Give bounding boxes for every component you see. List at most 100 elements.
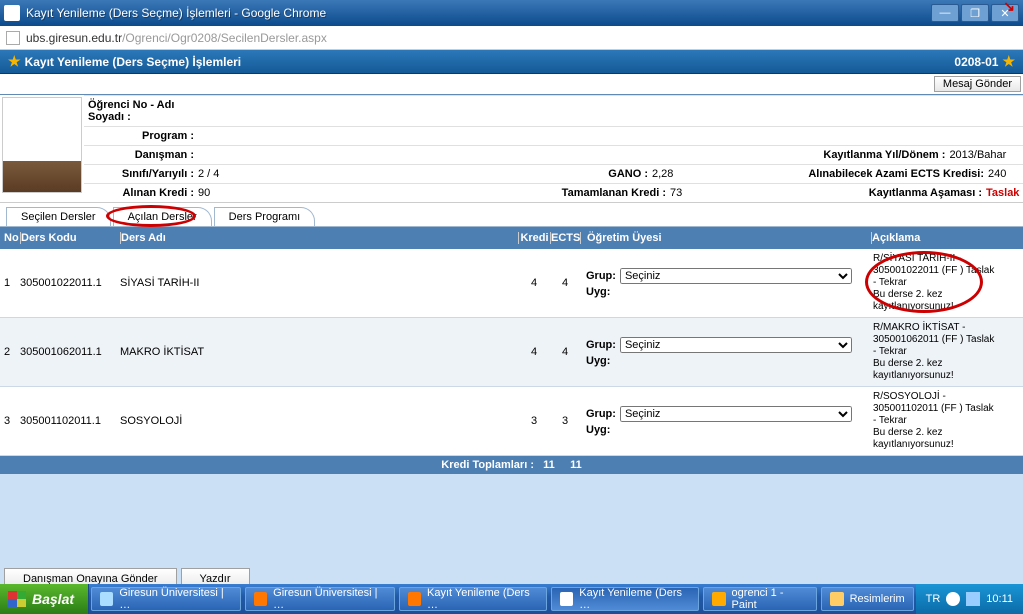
- taskbar-item[interactable]: Kayıt Yenileme (Ders …: [551, 587, 699, 611]
- tray-lang: TR: [926, 593, 941, 605]
- row-adi: SOSYOLOJİ: [120, 415, 518, 427]
- taskbar-item-label: Resimlerim: [850, 593, 905, 605]
- start-button[interactable]: Başlat: [0, 584, 89, 614]
- star-icon: ★: [8, 53, 21, 70]
- row-aciklama: R/SOSYOLOJİ - 305001102011 (FF ) Taslak …: [873, 391, 994, 450]
- mesaj-gonder-button[interactable]: Mesaj Gönder: [934, 76, 1021, 92]
- taskbar-item[interactable]: Giresun Üniversitesi | …: [91, 587, 241, 611]
- totals-label: Kredi Toplamları :: [441, 459, 534, 471]
- window-titlebar: Kayıt Yenileme (Ders Seçme) İşlemleri - …: [0, 0, 1023, 26]
- program-label: Program :: [88, 130, 198, 142]
- taskbar-item[interactable]: Kayıt Yenileme (Ders …: [399, 587, 547, 611]
- windows-logo-icon: [8, 591, 26, 607]
- chrome-icon: [560, 592, 573, 606]
- row-kodu: 305001022011.1: [20, 277, 120, 289]
- row-no: 1: [0, 277, 20, 289]
- grup-select[interactable]: Seçiniz: [620, 406, 852, 422]
- row-kredi: 4: [518, 277, 550, 289]
- url-path: /Ogrenci/Ogr0208/SecilenDersler.aspx: [122, 31, 327, 45]
- system-tray[interactable]: TR 10:11: [916, 584, 1023, 614]
- row-no: 2: [0, 346, 20, 358]
- totals-kredi: 11: [543, 459, 555, 471]
- folder-icon: [830, 592, 844, 606]
- tab-acilan-dersler[interactable]: Açılan Dersler: [113, 207, 212, 226]
- page-header: ★ Kayıt Yenileme (Ders Seçme) İşlemleri …: [0, 50, 1023, 74]
- page-code: 0208-01: [954, 55, 998, 69]
- col-ders-adi: Ders Adı: [120, 232, 518, 244]
- grup-label: Grup:: [586, 339, 616, 351]
- student-photo: [2, 97, 82, 193]
- table-row: 1 305001022011.1 SİYASİ TARİH-II 4 4 ↘ G…: [0, 249, 1023, 318]
- program-value: [198, 130, 1019, 142]
- taskbar-item-label: Giresun Üniversitesi | …: [273, 587, 386, 611]
- app-icon: [4, 5, 20, 21]
- gano-value: 2,28: [648, 168, 708, 180]
- page-title: Kayıt Yenileme (Ders Seçme) İşlemleri: [25, 55, 242, 69]
- danisman-label: Danışman :: [88, 149, 198, 161]
- row-kodu: 305001102011.1: [20, 415, 120, 427]
- minimize-button[interactable]: —: [931, 4, 959, 22]
- grup-select[interactable]: Seçiniz: [620, 337, 852, 353]
- row-no: 3: [0, 415, 20, 427]
- danisman-value: [198, 149, 519, 161]
- tamam-label: Tamamlanan Kredi :: [556, 187, 666, 199]
- taskbar-item-label: Kayıt Yenileme (Ders …: [427, 587, 538, 611]
- grup-select[interactable]: Seçiniz: [620, 268, 852, 284]
- alinan-value: 90: [198, 187, 556, 199]
- tab-secilen-dersler[interactable]: Seçilen Dersler: [6, 207, 111, 226]
- tray-icon: [966, 592, 980, 606]
- sinif-label: Sınıfı/Yarıyılı :: [88, 168, 198, 180]
- ogrenci-no-value: [198, 99, 1019, 123]
- uyg-label: Uyg:: [586, 355, 610, 367]
- row-aciklama: R/SİYASİ TARİH-II - 305001022011 (FF ) T…: [873, 253, 994, 312]
- address-bar[interactable]: ubs.giresun.edu.tr/Ogrenci/Ogr0208/Secil…: [0, 26, 1023, 50]
- tab-ders-programi[interactable]: Ders Programı: [214, 207, 316, 226]
- grup-label: Grup:: [586, 270, 616, 282]
- tray-clock: 10:11: [986, 593, 1013, 605]
- row-ects: 3: [550, 415, 580, 427]
- taskbar-item[interactable]: Giresun Üniversitesi | …: [245, 587, 395, 611]
- ogrenci-no-label: Öğrenci No - Adı Soyadı :: [88, 99, 198, 123]
- page-favicon: [6, 31, 20, 45]
- tamam-value: 73: [666, 187, 706, 199]
- tab-acilan-dersler-label: Açılan Dersler: [128, 211, 197, 223]
- asama-value: Taslak: [986, 187, 1019, 199]
- row-kodu: 305001062011.1: [20, 346, 120, 358]
- student-profile: Öğrenci No - Adı Soyadı : Program : Danı…: [0, 95, 1023, 203]
- tabs: Seçilen Dersler Açılan Dersler Ders Prog…: [0, 203, 1023, 227]
- taskbar-item-label: Kayıt Yenileme (Ders …: [579, 587, 690, 611]
- table-row: 3 305001102011.1 SOSYOLOJİ 3 3 Grup: Seç…: [0, 387, 1023, 456]
- col-ogretim-uyesi: Öğretim Üyesi: [580, 232, 871, 244]
- col-aciklama: Açıklama: [871, 232, 997, 244]
- uyg-label: Uyg:: [586, 286, 610, 298]
- start-label: Başlat: [32, 591, 74, 607]
- tray-icon: [946, 592, 960, 606]
- totals-bar: Kredi Toplamları : 11 11: [0, 456, 1023, 474]
- row-aciklama: R/MAKRO İKTİSAT - 305001062011 (FF ) Tas…: [873, 322, 994, 381]
- totals-ects: 11: [570, 459, 582, 471]
- grup-label: Grup:: [586, 408, 616, 420]
- col-ders-kodu: Ders Kodu: [20, 232, 120, 244]
- col-ects: ECTS: [550, 232, 580, 244]
- asama-label: Kayıtlanma Aşaması :: [706, 187, 986, 199]
- row-adi: MAKRO İKTİSAT: [120, 346, 518, 358]
- url-host: ubs.giresun.edu.tr: [26, 31, 122, 45]
- row-kredi: 3: [518, 415, 550, 427]
- gano-label: GANO :: [588, 168, 648, 180]
- taskbar: Başlat Giresun Üniversitesi | … Giresun …: [0, 584, 1023, 614]
- ects-value: 240: [988, 168, 1018, 180]
- window-title: Kayıt Yenileme (Ders Seçme) İşlemleri - …: [26, 6, 931, 20]
- row-kredi: 4: [518, 346, 550, 358]
- taskbar-item[interactable]: ogrenci 1 - Paint: [703, 587, 816, 611]
- chrome-icon: [100, 592, 113, 606]
- taskbar-item[interactable]: Resimlerim: [821, 587, 914, 611]
- paint-icon: [712, 592, 725, 606]
- ects-label: Alınabilecek Azami ECTS Kredisi:: [708, 168, 988, 180]
- taskbar-item-label: ogrenci 1 - Paint: [732, 587, 808, 611]
- table-body: 1 305001022011.1 SİYASİ TARİH-II 4 4 ↘ G…: [0, 249, 1023, 456]
- row-ects: 4: [550, 346, 580, 358]
- firefox-icon: [408, 592, 421, 606]
- maximize-button[interactable]: ❐: [961, 4, 989, 22]
- col-kredi: Kredi: [518, 232, 550, 244]
- row-adi: SİYASİ TARİH-II: [120, 277, 518, 289]
